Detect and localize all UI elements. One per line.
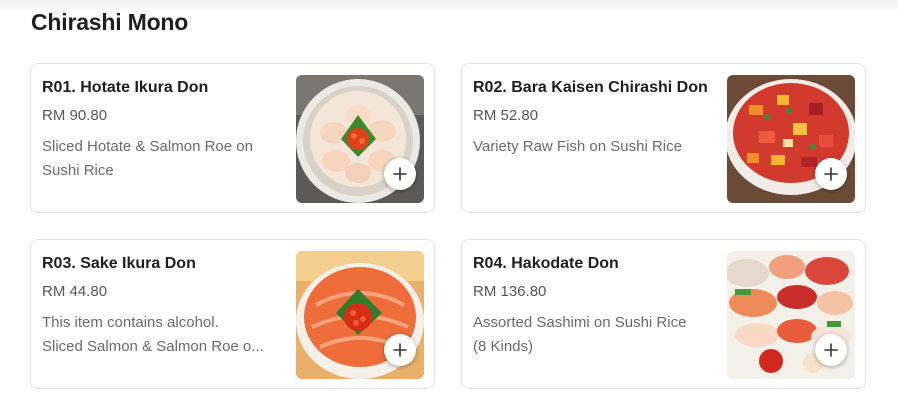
item-name: R01. Hotate Ikura Don: [42, 79, 209, 96]
menu-item-card[interactable]: R01. Hotate Ikura Don RM 90.80 Sliced Ho…: [30, 63, 435, 213]
item-text: R03. Sake Ikura Don RM 44.80 This item c…: [42, 254, 287, 359]
item-price: RM 44.80: [42, 283, 108, 300]
add-to-cart-button[interactable]: [815, 158, 847, 190]
plus-icon: [393, 343, 407, 357]
plus-icon: [824, 167, 838, 181]
item-description-line: Sliced Hotate & Salmon Roe on: [42, 138, 253, 155]
section-title: Chirashi Mono: [31, 9, 189, 35]
item-description-line: Sliced Salmon & Salmon Roe o...: [42, 338, 264, 355]
item-description-line: (8 Kinds): [473, 338, 534, 355]
item-name: R02. Bara Kaisen Chirashi Don: [473, 79, 708, 96]
item-description-line: This item contains alcohol.: [42, 314, 219, 331]
plus-icon: [824, 343, 838, 357]
item-name: R04. Hakodate Don: [473, 255, 619, 272]
menu-item-card[interactable]: R03. Sake Ikura Don RM 44.80 This item c…: [30, 239, 435, 389]
item-description: Variety Raw Fish on Sushi Rice: [473, 135, 718, 159]
menu-section: Chirashi Mono R01. Hotate Ikura Don RM 9…: [0, 0, 898, 420]
item-text: R02. Bara Kaisen Chirashi Don RM 52.80 V…: [473, 78, 718, 159]
item-description: This item contains alcohol. Sliced Salmo…: [42, 311, 287, 359]
item-description: Sliced Hotate & Salmon Roe on Sushi Rice: [42, 135, 287, 183]
add-to-cart-button[interactable]: [384, 158, 416, 190]
add-to-cart-button[interactable]: [815, 334, 847, 366]
add-to-cart-button[interactable]: [384, 334, 416, 366]
item-price: RM 90.80: [42, 107, 108, 124]
item-price: RM 52.80: [473, 107, 539, 124]
menu-item-card[interactable]: R02. Bara Kaisen Chirashi Don RM 52.80 V…: [461, 63, 866, 213]
item-description: Assorted Sashimi on Sushi Rice (8 Kinds): [473, 311, 718, 359]
item-description-line: Variety Raw Fish on Sushi Rice: [473, 138, 682, 155]
item-price: RM 136.80: [473, 283, 547, 300]
item-description-line: Sushi Rice: [42, 162, 114, 179]
item-description-line: Assorted Sashimi on Sushi Rice: [473, 314, 687, 331]
item-name: R03. Sake Ikura Don: [42, 255, 196, 272]
item-text: R01. Hotate Ikura Don RM 90.80 Sliced Ho…: [42, 78, 287, 183]
menu-item-card[interactable]: R04. Hakodate Don RM 136.80 Assorted Sas…: [461, 239, 866, 389]
plus-icon: [393, 167, 407, 181]
item-text: R04. Hakodate Don RM 136.80 Assorted Sas…: [473, 254, 718, 359]
